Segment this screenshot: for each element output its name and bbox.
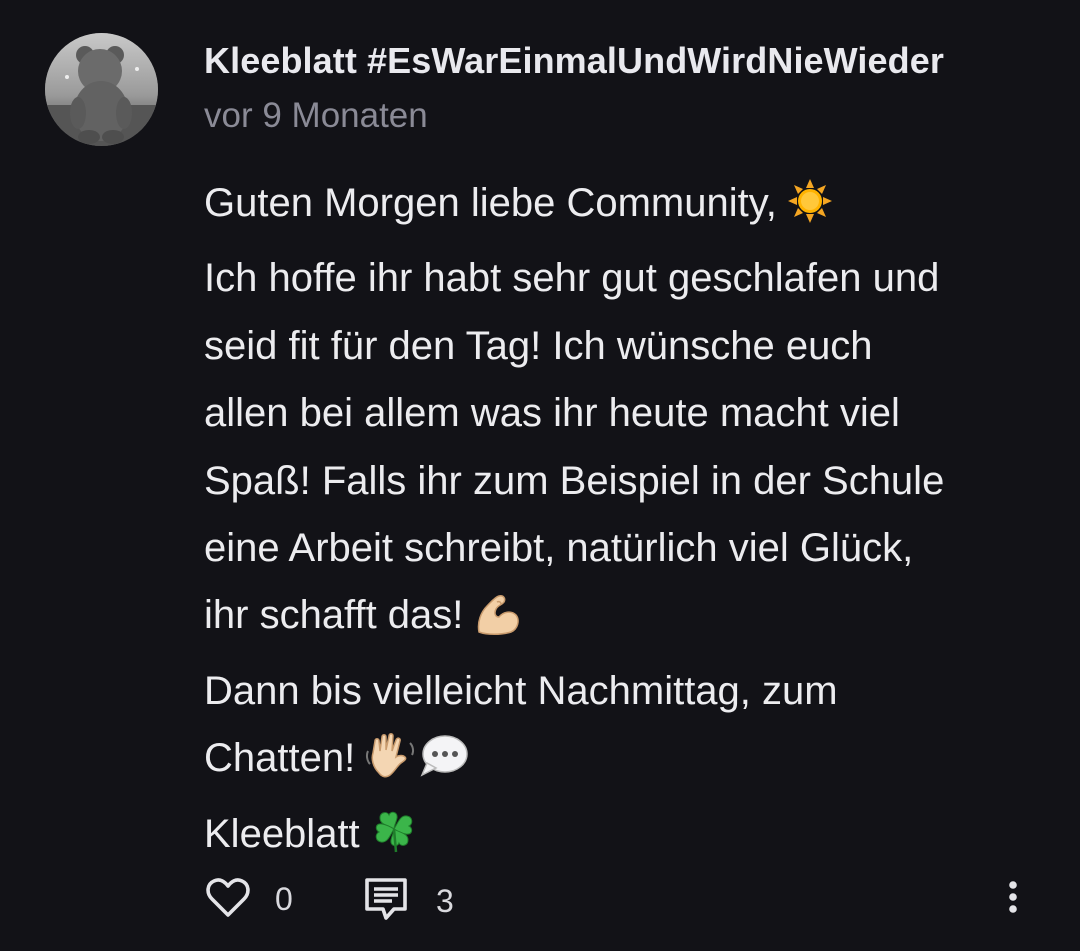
sun-emoji — [787, 178, 833, 245]
post-line: Spaß! Falls ihr zum Beispiel in der Schu… — [204, 458, 945, 503]
waving-hand-emoji — [365, 733, 417, 800]
post-line: allen bei allem was ihr heute macht viel — [204, 391, 900, 436]
comment-icon — [362, 875, 410, 928]
heart-outline-icon — [205, 875, 251, 924]
post-line-text: Guten Morgen liebe Community, — [204, 181, 777, 225]
post-line: Ich hoffe ihr habt sehr gut geschlafen u… — [204, 256, 940, 301]
post-line-text: Chatten! — [204, 736, 356, 781]
post-body: Guten Morgen liebe Community, Ich hoffe … — [204, 170, 1054, 876]
like-count: 0 — [275, 881, 293, 917]
more-options-button[interactable] — [996, 878, 1030, 923]
author-name[interactable]: Kleeblatt #EsWarEinmalUndWirdNieWieder — [204, 40, 944, 82]
post-line: eine Arbeit schreibt, natürlich viel Glü… — [204, 526, 914, 571]
four-leaf-clover-emoji — [370, 807, 418, 876]
post-line: Chatten! — [204, 725, 1054, 800]
post-line: Kleeblatt — [204, 801, 1054, 876]
comment-count: 3 — [436, 883, 454, 919]
post-actions: 0 3 — [0, 870, 1080, 930]
post-line-text: ihr schafft das! — [204, 593, 464, 638]
post-timestamp: vor 9 Monaten — [204, 96, 428, 135]
post-line: seid fit für den Tag! Ich wünsche euch — [204, 323, 873, 368]
post-line: Dann bis vielleicht Nachmittag, zum — [204, 668, 838, 713]
more-vertical-icon — [996, 878, 1030, 923]
flexed-biceps-emoji — [473, 590, 521, 657]
speech-bubble-emoji — [419, 733, 469, 800]
teddy-bear-image — [45, 33, 158, 146]
post-line-text: Kleeblatt — [204, 811, 360, 856]
post-line: Guten Morgen liebe Community, — [204, 170, 1054, 245]
avatar[interactable] — [45, 33, 158, 146]
like-button[interactable]: 0 — [205, 875, 293, 924]
comment-button[interactable]: 3 — [362, 875, 454, 928]
post-line: ihr schafft das! — [204, 582, 1054, 657]
